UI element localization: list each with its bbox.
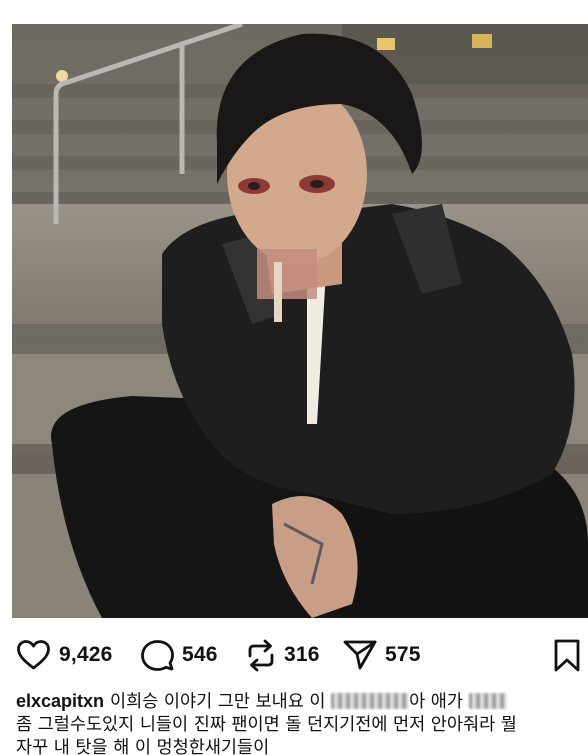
post-photo[interactable] [12, 24, 588, 618]
comment-icon [141, 639, 174, 672]
send-icon [343, 639, 377, 671]
caption-line-1: elxcapitxn 이희승 이야기 그만 보내요 이 아 애가 [16, 690, 580, 714]
caption-line-3: 자꾸 내 탓을 해 이 멍청한새기들이 [16, 738, 270, 755]
like-button[interactable]: 9,426 [16, 632, 113, 678]
redacted-text [468, 693, 507, 709]
share-button[interactable]: 575 [343, 632, 421, 678]
share-count: 575 [385, 643, 421, 666]
caption-text-part-1: 이희승 이야기 그만 보내요 이 [110, 692, 332, 712]
comment-count: 546 [182, 643, 218, 666]
repost-count: 316 [284, 643, 320, 666]
caption-text-part-2: 아 애가 [409, 692, 469, 712]
username-link[interactable]: elxcapitxn [16, 691, 104, 711]
comment-button[interactable]: 546 [141, 632, 218, 678]
repost-button[interactable]: 316 [246, 632, 320, 678]
heart-icon [16, 639, 51, 671]
post-image [12, 24, 588, 618]
caption-line-2: 좀 그럴수도있지 니들이 진짜 팬이면 돌 던지기전에 먼저 안아줘라 뭘 [16, 715, 517, 735]
repost-icon [246, 639, 276, 672]
like-count: 9,426 [59, 643, 113, 666]
post-actions: 9,426 546 316 575 [0, 632, 588, 678]
post-caption: elxcapitxn 이희승 이야기 그만 보내요 이 아 애가 좀 그럴수도있지… [16, 690, 580, 755]
bookmark-icon [553, 639, 581, 672]
redacted-text [331, 693, 410, 709]
save-button[interactable] [553, 632, 581, 678]
